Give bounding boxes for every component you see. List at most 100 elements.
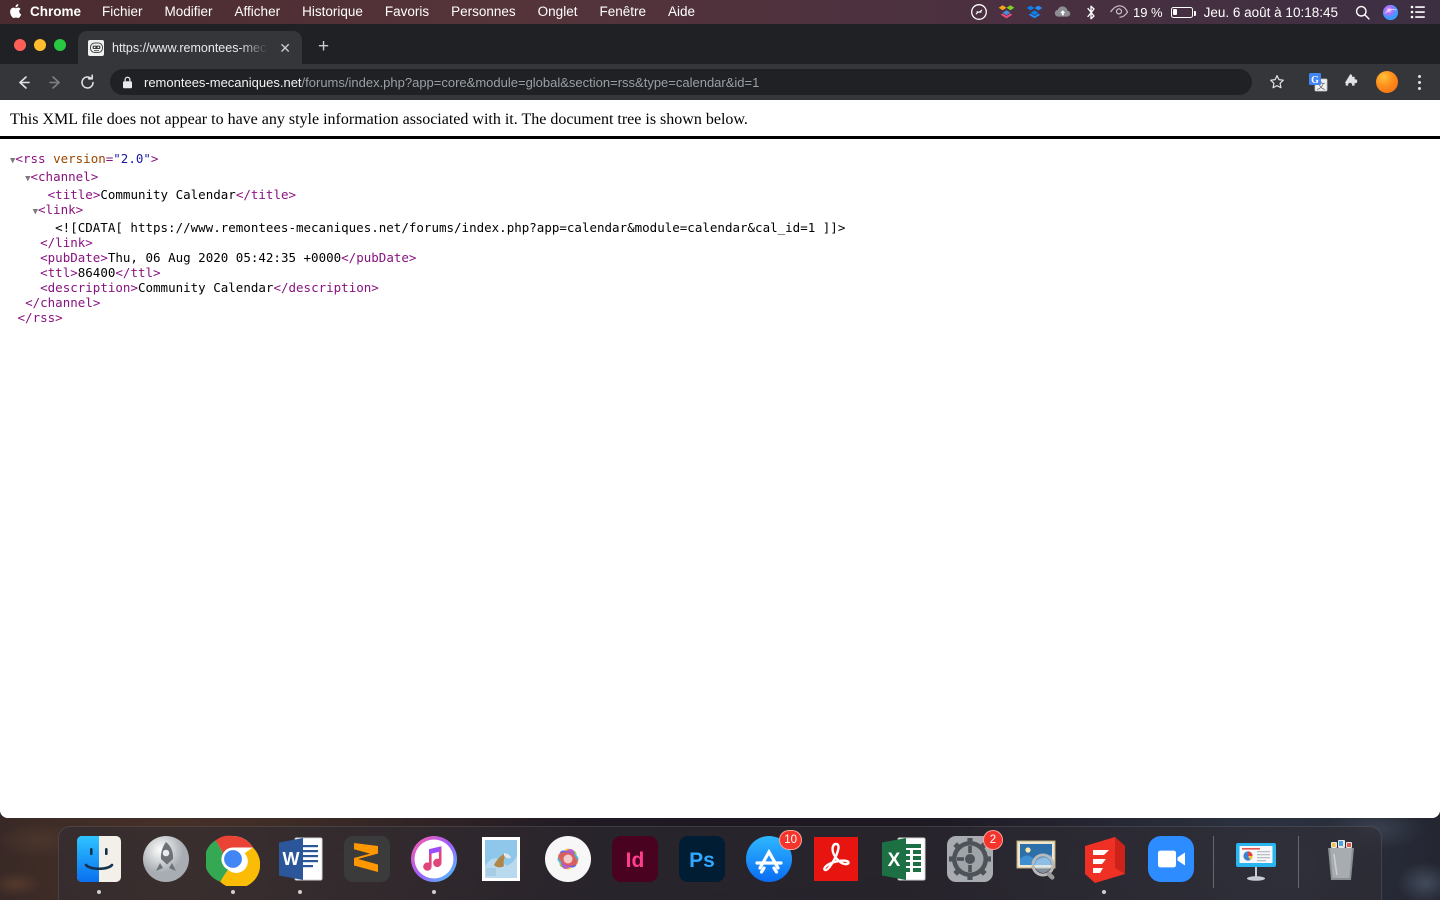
profile-avatar-icon[interactable] <box>1376 71 1398 93</box>
browser-toolbar: remontees-mecaniques.net/forums/index.ph… <box>0 64 1440 100</box>
xml-document-tree: ▼<rss version="2.0"> ▼<channel> <title>C… <box>0 151 1440 325</box>
xml-value-pubdate: Thu, 06 Aug 2020 05:42:35 +0000 <box>107 250 342 265</box>
xml-tag-channel-close: channel <box>40 295 93 310</box>
google-translate-icon[interactable]: 文 G <box>1304 68 1332 96</box>
xml-tag-channel: channel <box>38 169 91 184</box>
new-tab-button[interactable]: + <box>302 37 343 64</box>
running-indicator <box>97 890 101 894</box>
shazam-icon[interactable] <box>965 0 993 24</box>
xml-tag-link-close: link <box>55 235 86 250</box>
menu-item-modifier[interactable]: Modifier <box>154 0 224 24</box>
dock-item-adobe-indesign[interactable]: Id <box>603 832 667 900</box>
three-dot-menu-icon[interactable] <box>1408 74 1430 90</box>
menu-item-fichier[interactable]: Fichier <box>91 0 154 24</box>
xml-attr-version-name: version <box>53 151 106 166</box>
menu-item-personnes[interactable]: Personnes <box>440 0 527 24</box>
adobe-acrobat-icon <box>809 832 863 886</box>
battery-percent-label: 19 % <box>1132 4 1163 20</box>
dock-item-google-chrome[interactable] <box>201 832 265 900</box>
finder-icon <box>72 832 126 886</box>
dock-item-sketchup[interactable] <box>1072 832 1136 900</box>
browser-tab-title: https://www.remontees-mecan <box>112 40 269 55</box>
robot-favicon-icon <box>88 39 104 56</box>
close-window-button[interactable] <box>14 39 26 51</box>
menubar-clock[interactable]: Jeu. 6 août à 10:18:45 <box>1198 5 1348 20</box>
eye-icon[interactable] <box>1105 0 1133 24</box>
puzzle-piece-icon[interactable] <box>1338 68 1366 96</box>
macos-dock: W Id Ps 10 X 2 <box>58 826 1382 900</box>
xml-tag-ttl-close: ttl <box>130 265 154 280</box>
forward-arrow-icon[interactable] <box>40 67 70 97</box>
xml-style-notice: This XML file does not appear to have an… <box>10 111 748 128</box>
xml-tag-description-open: description <box>47 280 131 295</box>
sketchup-icon <box>1077 832 1131 886</box>
menu-item-afficher[interactable]: Afficher <box>224 0 292 24</box>
xml-value-title: Community Calendar <box>100 187 236 202</box>
dock-item-keynote-stand[interactable] <box>1224 832 1288 900</box>
search-icon[interactable] <box>1348 0 1376 24</box>
bluetooth-icon[interactable] <box>1077 0 1105 24</box>
macos-menu-bar: Chrome Fichier Modifier Afficher Histori… <box>0 0 1440 24</box>
menu-item-chrome[interactable]: Chrome <box>30 0 91 24</box>
xml-tag-ttl-open: ttl <box>47 265 71 280</box>
menu-item-aide[interactable]: Aide <box>657 0 706 24</box>
photos-icon <box>541 832 595 886</box>
xml-line-description: <description>Community Calendar</descrip… <box>40 280 379 295</box>
window-traffic-lights <box>0 39 78 64</box>
dock-item-microsoft-word[interactable]: W <box>268 832 332 900</box>
xml-line-rss-open[interactable]: ▼<rss version="2.0"> <box>10 151 1440 169</box>
xml-line-link-open[interactable]: ▼<link> <box>10 202 1440 220</box>
microsoft-word-icon: W <box>273 832 327 886</box>
xml-line-pubdate: <pubDate>Thu, 06 Aug 2020 05:42:35 +0000… <box>40 250 417 265</box>
dock-item-itunes[interactable] <box>402 832 466 900</box>
xml-tag-link-open: link <box>45 202 76 217</box>
dock-item-microsoft-excel[interactable]: X <box>871 832 935 900</box>
dock-item-mail[interactable] <box>469 832 533 900</box>
dock-item-finder[interactable] <box>67 832 131 900</box>
dock-item-photos[interactable] <box>536 832 600 900</box>
dock-item-trash[interactable] <box>1309 832 1373 900</box>
close-tab-button[interactable]: ✕ <box>276 39 294 57</box>
svg-text:X: X <box>888 850 901 871</box>
dock-item-adobe-photoshop[interactable]: Ps <box>670 832 734 900</box>
presentation-stand-icon <box>1229 832 1283 886</box>
cloud-upload-icon[interactable] <box>1049 0 1077 24</box>
dock-item-app-store[interactable]: 10 <box>737 830 802 900</box>
siri-icon[interactable] <box>1376 0 1404 24</box>
menu-item-historique[interactable]: Historique <box>291 0 374 24</box>
dropbox-team-icon[interactable] <box>993 0 1021 24</box>
apple-logo-icon[interactable] <box>0 3 30 21</box>
control-center-icon[interactable] <box>1404 0 1432 24</box>
xml-line-link-close: </link> <box>40 235 93 250</box>
battery-icon[interactable] <box>1166 0 1198 24</box>
address-bar[interactable]: remontees-mecaniques.net/forums/index.ph… <box>110 69 1252 95</box>
menu-item-onglet[interactable]: Onglet <box>527 0 589 24</box>
dock-item-preview[interactable] <box>1005 832 1069 900</box>
browser-tab[interactable]: https://www.remontees-mecan ✕ <box>78 31 302 64</box>
reload-icon[interactable] <box>72 67 102 97</box>
maximize-window-button[interactable] <box>54 39 66 51</box>
xml-line-channel-open[interactable]: ▼<channel> <box>10 169 1440 187</box>
star-bookmark-icon[interactable] <box>1262 69 1292 95</box>
zoom-icon <box>1144 832 1198 886</box>
dock-item-sublime-text[interactable] <box>335 832 399 900</box>
xml-tag-pubdate-open: pubDate <box>47 250 101 265</box>
dock-item-launchpad[interactable] <box>134 832 198 900</box>
launchpad-icon <box>139 832 193 886</box>
dropbox-icon[interactable] <box>1021 0 1049 24</box>
url-path: /forums/index.php?app=core&module=global… <box>301 74 760 90</box>
menu-item-fenetre[interactable]: Fenêtre <box>588 0 657 24</box>
system-preferences-badge: 2 <box>983 830 1003 850</box>
notice-divider <box>0 136 1440 139</box>
minimize-window-button[interactable] <box>34 39 46 51</box>
address-bar-url: remontees-mecaniques.net/forums/index.ph… <box>144 75 759 90</box>
dock-item-zoom[interactable] <box>1139 832 1203 900</box>
xml-line-title: <title>Community Calendar</title> <box>47 187 297 202</box>
dock-item-adobe-acrobat[interactable] <box>804 832 868 900</box>
xml-line-channel-close: </channel> <box>25 295 101 310</box>
adobe-indesign-icon: Id <box>608 832 662 886</box>
back-arrow-icon[interactable] <box>8 67 38 97</box>
menu-item-favoris[interactable]: Favoris <box>374 0 440 24</box>
svg-text:Ps: Ps <box>689 849 715 872</box>
dock-item-system-preferences[interactable]: 2 <box>938 830 1003 900</box>
